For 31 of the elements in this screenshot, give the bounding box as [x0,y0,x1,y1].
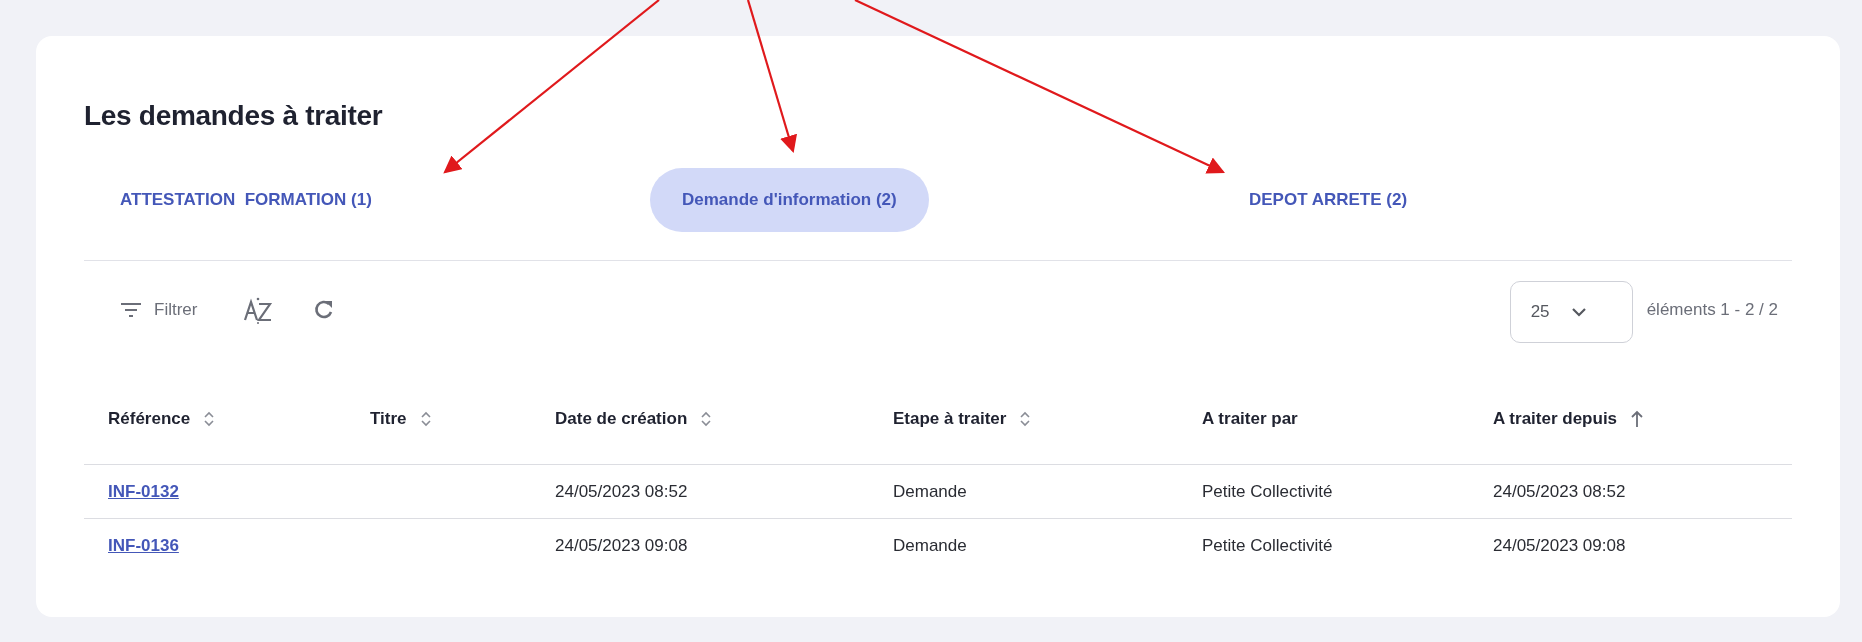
chevron-down-icon [1571,307,1586,317]
filter-icon [120,302,142,318]
tab[interactable]: DEPOT ARRETE (2) [1217,168,1440,232]
sort-icon[interactable] [701,411,712,427]
sort-icon[interactable] [420,411,431,427]
column-header: A traiter par [1202,409,1298,429]
column-header: A traiter depuis [1493,409,1618,429]
column-header: Titre [370,409,407,429]
sort-alphabetical-icon[interactable] [243,296,274,324]
column-header: Référence [108,409,191,429]
sort-ascending-icon[interactable] [1631,410,1644,428]
pagination-range: éléments 1 - 2 / 2 [1646,300,1778,320]
table-cell-text: Demande [893,481,968,502]
table-cell-text: Petite Collectivité [1202,481,1334,502]
reference-link[interactable]: INF-0132 [108,481,179,502]
column-header: Date de création [555,409,688,429]
sort-icon[interactable] [204,411,215,427]
sort-icon[interactable] [1020,411,1031,427]
table-cell-text: Demande [893,535,968,556]
tab[interactable]: Demande d'information (2) [650,168,929,232]
tab[interactable]: ATTESTATION FORMATION (1) [88,168,404,232]
filter-button[interactable]: Filtrer [114,296,204,324]
page-size-select[interactable]: 25 [1509,281,1633,343]
table-cell-text: 24/05/2023 08:52 [1493,481,1627,502]
table-cell-text: 24/05/2023 09:08 [555,535,689,556]
table-cell-text: 24/05/2023 08:52 [555,481,689,502]
table-cell-text: Petite Collectivité [1202,535,1334,556]
column-header: Etape à traiter [893,409,1007,429]
reference-link[interactable]: INF-0136 [108,535,179,556]
section-title: Les demandes à traiter [84,100,384,132]
table-cell-text: 24/05/2023 09:08 [1493,535,1627,556]
